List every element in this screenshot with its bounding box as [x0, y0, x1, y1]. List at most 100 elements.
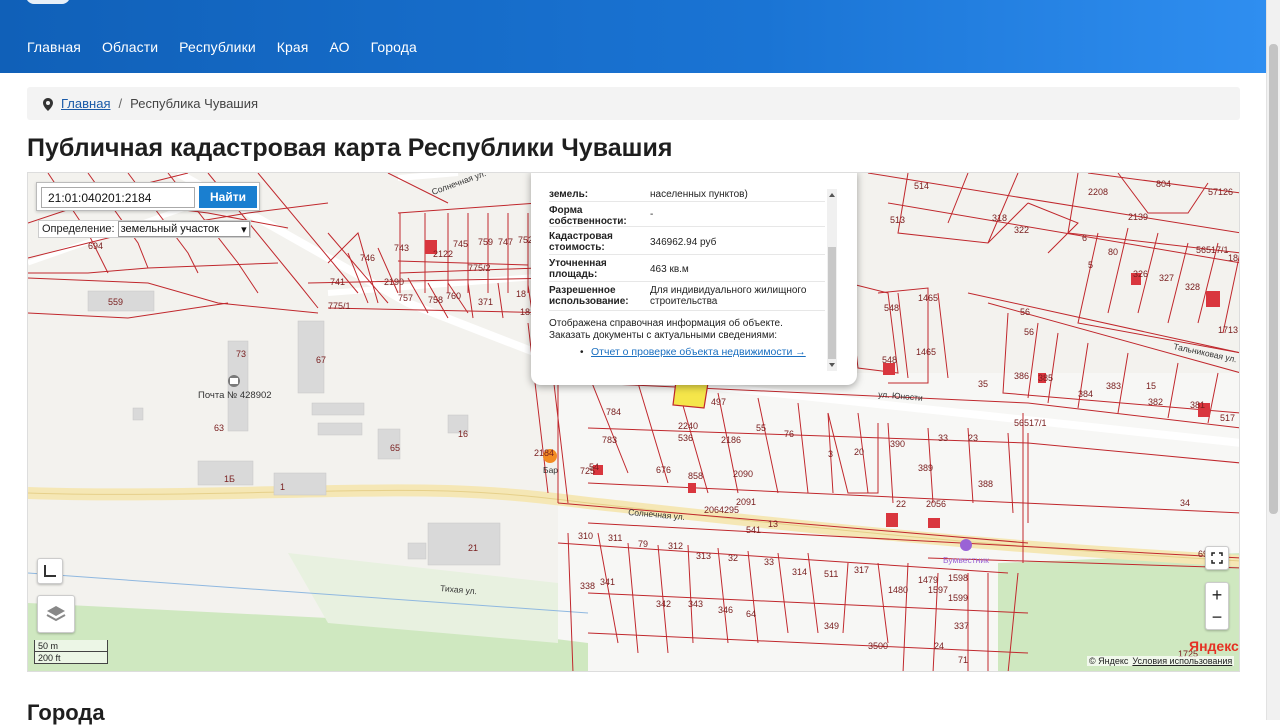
parcel-number: 2190 — [384, 277, 404, 287]
parcel-number: 21 — [468, 543, 478, 553]
ruler-button[interactable] — [37, 558, 63, 584]
parcel-number: 1Б — [224, 474, 235, 484]
parcel-number: 64 — [746, 609, 756, 619]
nav-republics[interactable]: Республики — [179, 39, 256, 55]
parcel-number: 310 — [578, 531, 593, 541]
zoom-out-button[interactable]: − — [1212, 606, 1223, 628]
parcel-number: 55 — [756, 423, 766, 433]
nav-home[interactable]: Главная — [27, 39, 81, 55]
parcel-number: 804 — [1156, 179, 1171, 189]
parcel-number: 34 — [1180, 498, 1190, 508]
parcel-number: 548 — [882, 355, 897, 365]
parcel-number: 775/1 — [328, 301, 351, 311]
parcel-number: 56517/1 — [1196, 245, 1229, 255]
scroll-down-icon[interactable] — [829, 363, 835, 367]
fullscreen-icon — [1211, 552, 1223, 564]
cities-heading: Города — [27, 700, 105, 725]
parcel-number: 1713 — [1218, 325, 1238, 335]
nav-cities[interactable]: Города — [371, 39, 417, 55]
popup-scrollbar[interactable] — [827, 189, 837, 371]
parcel-number: 386 — [1014, 371, 1029, 381]
parcel-number: 757 — [398, 293, 413, 303]
cadastral-search-box: Найти — [36, 182, 260, 211]
parcel-number: 2184 — [534, 448, 554, 458]
popup-value: 463 кв.м — [650, 264, 689, 275]
zoom-in-button[interactable]: + — [1212, 584, 1223, 606]
parcel-number: 23 — [968, 433, 978, 443]
parcel-number: 16 — [458, 429, 468, 439]
terms-link[interactable]: Условия использования — [1132, 656, 1232, 666]
definition-select-value: земельный участок — [120, 223, 219, 235]
parcel-number: 741 — [330, 277, 345, 287]
parcel-number: 1597 — [928, 585, 948, 595]
scale-meters: 50 m — [34, 640, 108, 652]
parcel-number: 328 — [1185, 282, 1200, 292]
parcel-number: 327 — [1159, 273, 1174, 283]
property-check-report-link[interactable]: Отчет о проверке объекта недвижимости → — [591, 346, 806, 358]
layers-button[interactable] — [37, 595, 75, 633]
definition-select[interactable]: земельный участок ▾ — [117, 221, 250, 237]
parcel-number: 676 — [656, 465, 671, 475]
nav-krais[interactable]: Края — [277, 39, 309, 55]
parcel-number: 694 — [88, 241, 103, 251]
parcel-number: 385 — [1038, 373, 1053, 383]
parcel-number: 6 — [1082, 233, 1087, 243]
map-copyright: © Яндекс Условия использования — [1087, 656, 1235, 666]
parcel-number: 57126 — [1208, 187, 1233, 197]
page-title: Публичная кадастровая карта Республики Ч… — [27, 134, 673, 162]
parcel-number: 383 — [1106, 381, 1121, 391]
layers-icon — [46, 606, 66, 622]
parcel-number: 514 — [914, 181, 929, 191]
page-scrollbar-thumb[interactable] — [1269, 44, 1278, 514]
store-icon[interactable] — [960, 539, 972, 551]
popup-key: Уточненная площадь: — [549, 258, 607, 280]
parcel-number: 3 — [828, 449, 833, 459]
parcel-number: 382 — [1148, 397, 1163, 407]
parcel-number: 497 — [711, 397, 726, 407]
parcel-number: 783 — [602, 435, 617, 445]
page-scrollbar[interactable] — [1266, 0, 1280, 720]
parcel-number: 2091 — [736, 497, 756, 507]
popup-key: Форма собственности: — [549, 205, 627, 227]
parcel-number: 338 — [580, 581, 595, 591]
nav-ao[interactable]: АО — [329, 39, 349, 55]
parcel-number: 548 — [884, 303, 899, 313]
parcel-number: 1465 — [916, 347, 936, 357]
parcel-number: 746 — [360, 253, 375, 263]
find-button[interactable]: Найти — [199, 186, 257, 208]
location-pin-icon — [43, 97, 53, 111]
parcel-number: 745 — [453, 239, 468, 249]
cadastral-map[interactable]: Солнечная ул. Солнечная ул. ул. Юности Т… — [27, 172, 1240, 672]
parcel-number: 33 — [938, 433, 948, 443]
scroll-up-icon[interactable] — [829, 193, 835, 197]
poi-label-bar: Бар — [543, 465, 558, 475]
parcel-number: 517 — [1220, 413, 1235, 423]
parcel-number: 73 — [236, 349, 246, 359]
parcel-number: 2064295 — [704, 505, 739, 515]
parcel-number: 76 — [784, 429, 794, 439]
popup-row-land-category: земель: населенных пунктов) — [549, 188, 825, 202]
parcel-number: 342 — [656, 599, 671, 609]
parcel-number: 1599 — [948, 593, 968, 603]
parcel-number: 32 — [728, 553, 738, 563]
definition-filter: Определение: земельный участок ▾ — [38, 220, 251, 238]
parcel-number: 389 — [918, 463, 933, 473]
yandex-logo[interactable]: Яндекс — [1189, 638, 1239, 654]
parcel-number: 784 — [606, 407, 621, 417]
nav-regions[interactable]: Области — [102, 39, 158, 55]
fullscreen-button[interactable] — [1205, 546, 1229, 570]
parcel-number: 536 — [678, 433, 693, 443]
bullet-icon: • — [580, 347, 584, 358]
cadastral-number-input[interactable] — [41, 187, 195, 208]
parcel-number: 326 — [1133, 269, 1148, 279]
popup-key: Разрешенное использование: — [549, 285, 629, 307]
site-logo[interactable] — [26, 0, 70, 4]
parcel-number: 71 — [958, 655, 968, 665]
parcel-number: 311 — [608, 533, 622, 543]
parcel-number: 65 — [390, 443, 400, 453]
breadcrumb-home-link[interactable]: Главная — [61, 96, 110, 111]
popup-scrollbar-thumb[interactable] — [828, 247, 836, 359]
parcel-number: 2186 — [721, 435, 741, 445]
parcel-number: 388 — [978, 479, 993, 489]
poi-label-post: Почта № 428902 — [198, 390, 272, 401]
